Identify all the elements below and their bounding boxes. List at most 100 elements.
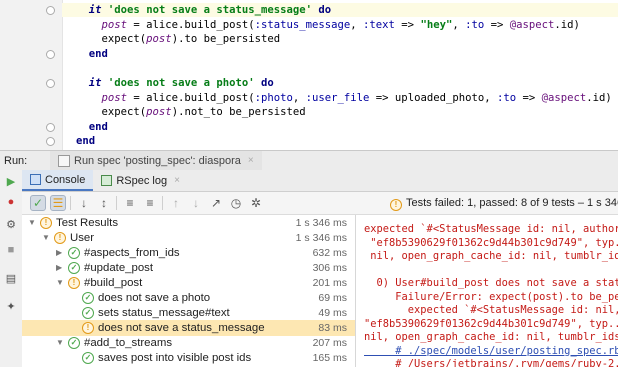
code-token: .id): [586, 91, 612, 104]
test-failed-icon: !: [54, 232, 66, 244]
expanded-arrow-icon[interactable]: ▼: [42, 230, 50, 246]
test-tree-row[interactable]: ▼! #build_post 201 ms: [22, 275, 355, 291]
code-token: post: [146, 106, 172, 119]
test-name: User: [70, 232, 95, 244]
code-token: "hey": [420, 18, 453, 31]
code-token: post: [101, 18, 128, 31]
test-duration: 1 s 346 ms: [295, 217, 347, 229]
test-passed-icon: ✓: [82, 292, 94, 304]
collapse-all-icon[interactable]: ≡: [142, 195, 158, 211]
test-failed-icon: !: [82, 322, 94, 334]
code-token: =>: [394, 18, 421, 31]
close-icon[interactable]: ×: [174, 175, 180, 186]
history-icon[interactable]: ◷: [228, 195, 244, 211]
expanded-arrow-icon[interactable]: ▼: [56, 335, 64, 351]
warning-icon: !: [390, 199, 402, 211]
test-duration: 83 ms: [318, 322, 347, 334]
console-line: "ef8b5390629f01362c9d44b301c9d749", typ.…: [364, 317, 618, 330]
expanded-arrow-icon[interactable]: ▼: [28, 215, 36, 231]
close-icon[interactable]: ×: [248, 155, 254, 166]
code-token: ,: [292, 91, 306, 104]
test-duration: 201 ms: [312, 277, 347, 289]
test-name: sets status_message#text: [98, 307, 230, 319]
test-passed-icon: ✓: [68, 247, 80, 259]
debug-icon[interactable]: ⚙: [3, 216, 19, 232]
test-tree-row[interactable]: ▼! Test Results 1 s 346 ms: [22, 215, 355, 231]
run-config-tab[interactable]: Run spec 'posting_spec': diaspora ×: [50, 151, 262, 170]
code-token: :to: [465, 18, 485, 31]
fold-marker-icon[interactable]: [46, 122, 55, 132]
code-token: 'does not save a photo': [107, 77, 255, 89]
console-link[interactable]: # ./spec/models/user/posting_spec.rb:5: [364, 345, 618, 358]
test-failed-icon: !: [40, 217, 52, 229]
code-token: ).not_to be_persisted: [171, 106, 306, 119]
code-line: end: [62, 134, 95, 148]
fold-marker-icon[interactable]: [46, 49, 55, 59]
code-token: it: [88, 77, 102, 89]
test-tree-row[interactable]: ▼! User 1 s 346 ms: [22, 230, 355, 246]
code-token: =>: [516, 91, 542, 104]
tab-rspec-log[interactable]: RSpec log ×: [93, 170, 188, 191]
run-label: Run:: [4, 154, 28, 167]
test-duration: 306 ms: [312, 262, 347, 274]
test-tree-row[interactable]: ! does not save a status_message 83 ms: [22, 320, 355, 336]
test-duration: 69 ms: [318, 292, 347, 304]
collapsed-arrow-icon[interactable]: ▶: [56, 245, 62, 261]
code-token: post: [101, 91, 128, 104]
expand-all-icon[interactable]: ≡: [122, 195, 138, 211]
stop-icon[interactable]: ■: [3, 242, 19, 258]
test-tree-row[interactable]: ▶ ✓ #update_post 306 ms: [22, 260, 355, 276]
test-tree-row[interactable]: ▶ ✓ #aspects_from_ids 632 ms: [22, 245, 355, 261]
settings-icon[interactable]: ✲: [248, 195, 264, 211]
rerun-icon[interactable]: ▶: [3, 173, 19, 189]
show-ignored-icon[interactable]: ☰: [50, 195, 66, 211]
console-line: expected `#<StatusMessage id: nil, a: [364, 304, 618, 316]
console-icon: [30, 174, 41, 185]
console-output[interactable]: expected `#<StatusMessage id: nil, autho…: [356, 215, 618, 367]
test-duration: 632 ms: [312, 247, 347, 259]
fold-marker-icon[interactable]: [46, 79, 55, 88]
code-editor[interactable]: it 'does not save a status_message' do p…: [0, 0, 618, 150]
code-token: expect(: [101, 106, 147, 119]
collapsed-arrow-icon[interactable]: ▶: [56, 260, 62, 276]
code-token: :user_file: [305, 91, 370, 104]
export-icon[interactable]: ↗: [208, 195, 224, 211]
console-line: expected `#<StatusMessage id: nil, autho…: [364, 223, 618, 235]
test-name: saves post into visible post ids: [98, 352, 252, 364]
test-tree-row[interactable]: ✓ does not save a photo 69 ms: [22, 290, 355, 306]
test-passed-icon: ✓: [82, 307, 94, 319]
code-token: :photo: [254, 91, 293, 104]
run-tool-window-header: Run: Run spec 'posting_spec': diaspora ×: [0, 150, 618, 171]
code-token: @aspect: [509, 18, 555, 31]
test-tree-row[interactable]: ▼ ✓ #add_to_streams 207 ms: [22, 335, 355, 351]
tab-console[interactable]: Console: [22, 170, 94, 191]
sort-alpha-icon[interactable]: ↓: [76, 195, 92, 211]
test-tree-row[interactable]: ✓ saves post into visible post ids 165 ms: [22, 350, 355, 366]
test-tree-row[interactable]: ✓ sets status_message#text 49 ms: [22, 305, 355, 321]
pin-icon[interactable]: ✦: [3, 298, 19, 314]
rerun-failed-icon[interactable]: ●: [3, 194, 19, 210]
test-summary: ! Tests failed: 1, passed: 8 of 9 tests –…: [390, 192, 618, 214]
fold-marker-icon[interactable]: [46, 6, 55, 15]
code-token: post: [146, 33, 172, 46]
show-passed-icon[interactable]: ✓: [30, 195, 46, 211]
test-duration: 49 ms: [318, 307, 347, 319]
console-line: "ef8b5390629f01362c9d44b301c9d749", typ.…: [364, 236, 618, 249]
code-line: expect(post).not_to be_persisted: [62, 105, 306, 119]
code-token: = alice.build_post(: [127, 91, 255, 104]
code-token: do: [318, 4, 332, 16]
test-results-tree[interactable]: ▼! Test Results 1 s 346 ms ▼! User 1 s 346 ms…: [22, 215, 356, 367]
previous-failed-icon[interactable]: ↑: [168, 195, 184, 211]
layout-icon[interactable]: ▤: [3, 270, 19, 286]
test-name: Test Results: [56, 217, 119, 229]
code-token: end: [88, 120, 108, 133]
test-passed-icon: ✓: [82, 352, 94, 364]
code-line: it 'does not save a photo' do: [62, 76, 274, 90]
expanded-arrow-icon[interactable]: ▼: [56, 275, 64, 291]
next-failed-icon[interactable]: ↓: [188, 195, 204, 211]
sort-duration-icon[interactable]: ↕: [96, 195, 112, 211]
